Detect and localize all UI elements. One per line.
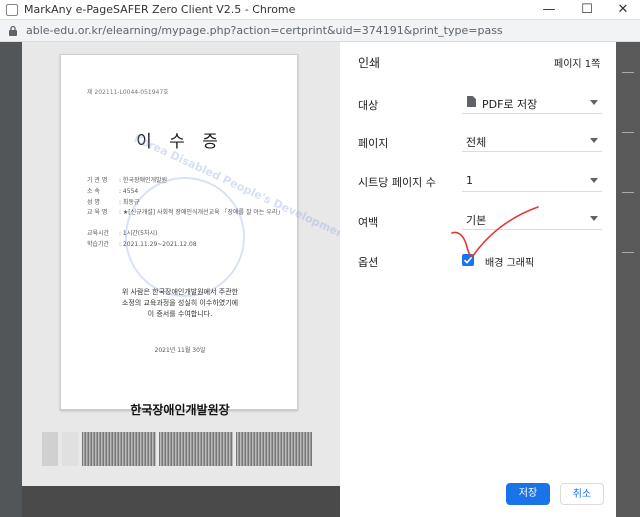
- address-bar[interactable]: able-edu.or.kr/elearning/mypage.php?acti…: [0, 20, 640, 42]
- url-text[interactable]: able-edu.or.kr/elearning/mypage.php?acti…: [26, 24, 503, 37]
- field-row: 교육시간: 1시간(5차시): [87, 230, 158, 237]
- pages-per-sheet-select[interactable]: 1: [462, 168, 602, 192]
- field-row: 기 관 명: 한국장애인개발원: [87, 177, 168, 184]
- scrambled-footer: [42, 432, 332, 468]
- minimize-button[interactable]: —: [532, 0, 566, 20]
- destination-label: 대상: [358, 99, 379, 112]
- pages-label: 페이지: [358, 137, 389, 150]
- certificate-page: 제 202111-L0044-051947호 이 수 증 Korea Disab…: [60, 54, 403, 417]
- print-preview: 제 202111-L0044-051947호 이 수 증 Korea Disab…: [22, 42, 403, 486]
- lock-icon: [8, 25, 18, 40]
- chevron-down-icon: [590, 178, 598, 183]
- print-settings-panel: 인쇄 페이지 1쪽 대상 PDF로 저장 페이지 전체 시트당 페이지 수 1 …: [340, 42, 616, 517]
- page-count: 페이지 1쪽: [554, 59, 601, 70]
- print-title: 인쇄: [358, 56, 381, 70]
- footer-block: [82, 432, 156, 466]
- pdf-file-icon: [467, 96, 476, 107]
- margins-label: 여백: [358, 216, 379, 229]
- field-row: 교 육 명: ★[신규개설] 사회적 장애인식개선교육 「장애를 잘 아는 우리…: [87, 209, 284, 216]
- certificate-date: 2021년 11월 30일: [154, 347, 206, 354]
- backdrop-line: [622, 132, 634, 142]
- red-annotation-checkmark: [451, 206, 539, 257]
- chevron-down-icon: [590, 216, 598, 221]
- save-button[interactable]: 저장: [506, 483, 550, 505]
- cancel-button[interactable]: 취소: [560, 483, 604, 505]
- field-row: 성 명: 최동규: [87, 199, 140, 206]
- chevron-down-icon: [590, 100, 598, 105]
- maximize-button[interactable]: ☐: [570, 0, 604, 20]
- field-row: 소 속: 4554: [87, 188, 139, 195]
- app-icon: [6, 4, 18, 16]
- backdrop-right-edge: [616, 42, 640, 517]
- close-button[interactable]: ✕: [606, 0, 640, 20]
- certificate-issuer: 한국장애인개발원장: [130, 403, 230, 417]
- certificate-title: 이 수 증: [136, 132, 224, 152]
- footer-block: [42, 432, 58, 466]
- destination-select[interactable]: PDF로 저장: [462, 90, 602, 114]
- chevron-down-icon: [590, 138, 598, 143]
- backdrop-line: [622, 192, 634, 202]
- window-title: MarkAny e-PageSAFER Zero Client V2.5 - C…: [24, 3, 296, 16]
- footer-block: [159, 432, 233, 466]
- pages-per-sheet-label: 시트당 페이지 수: [358, 176, 436, 189]
- field-row: 학습기간: 2021.11.29~2021.12.08: [87, 241, 197, 248]
- footer-block: [236, 432, 312, 466]
- window-titlebar: MarkAny e-PageSAFER Zero Client V2.5 - C…: [0, 0, 640, 20]
- backdrop-left-edge: [0, 42, 22, 517]
- certificate-body: 위 사람은 한국장애인개발원에서 주관한 소정의 교육과정을 성실히 이수하였기…: [121, 288, 239, 318]
- backdrop-line: [622, 252, 634, 262]
- footer-block: [62, 432, 78, 466]
- backdrop-line: [622, 72, 634, 82]
- certificate-fields: 기 관 명: 한국장애인개발원 소 속: 4554 성 명: 최동규 교 육 명…: [87, 175, 287, 250]
- pages-select[interactable]: 전체: [462, 128, 602, 152]
- options-label: 옵션: [358, 256, 379, 269]
- certificate-number: 제 202111-L0044-051947호: [87, 89, 169, 96]
